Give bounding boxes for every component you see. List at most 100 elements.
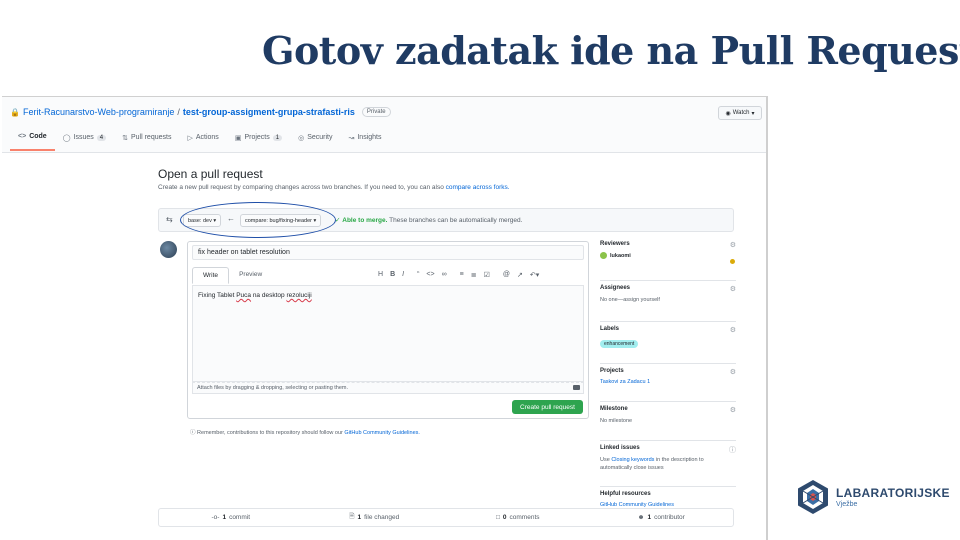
italic-icon[interactable]: I	[402, 271, 404, 279]
tab-label: Projects	[244, 134, 270, 141]
link-icon[interactable]: ∞	[442, 271, 447, 279]
mention-icon[interactable]: @	[503, 271, 510, 279]
comments-stat[interactable]: □ 0 comments	[446, 509, 590, 526]
compare-swap-icon[interactable]: ⇆	[166, 215, 173, 224]
body-word: rezoluciji	[286, 292, 312, 299]
bold-icon[interactable]: B	[390, 271, 395, 279]
markdown-toolbar: H B I “ <> ∞ ≡ ≣ ☑ @ ↗ ↶▾	[378, 271, 545, 279]
linked-issues-text: Use Closing keywords in the description …	[600, 456, 736, 472]
helpful-heading: Helpful resources	[600, 491, 651, 497]
pr-body-textarea[interactable]: Fixing Tablet Puca na desktop rezoluciji	[192, 285, 584, 382]
compare-forks-link[interactable]: compare across forks.	[446, 184, 510, 191]
project-link[interactable]: Taskovi za Zadacu 1	[600, 379, 736, 385]
private-badge: Private	[361, 107, 391, 117]
guidelines-link[interactable]: GitHub Community Guidelines.	[344, 430, 420, 436]
pr-sidebar: Reviewers ⚙ lukaomi Assignees ⚙ No one—a…	[600, 241, 736, 519]
tab-label: Insights	[357, 134, 382, 141]
people-icon: ☻	[637, 514, 645, 521]
lock-icon: 🔒	[10, 107, 20, 117]
code-icon: <>	[18, 133, 27, 140]
repo-name-link[interactable]: test-group-assigment-grupa-strafasti-ris	[183, 107, 355, 117]
pull-request-icon: ⇅	[122, 134, 128, 142]
tab-issues[interactable]: ◯ Issues 4	[55, 131, 114, 151]
commits-label: commit	[229, 514, 251, 521]
tab-code[interactable]: <> Code	[10, 131, 55, 151]
projects-section[interactable]: Projects ⚙ Taskovi za Zadacu 1	[600, 368, 736, 402]
comments-label: comments	[509, 514, 540, 521]
reviewers-section[interactable]: Reviewers ⚙ lukaomi	[600, 241, 736, 281]
projects-counter: 1	[272, 134, 283, 141]
tab-insights[interactable]: ↝ Insights	[340, 131, 389, 151]
tab-preview[interactable]: Preview	[229, 267, 272, 284]
unordered-list-icon[interactable]: ≡	[460, 271, 464, 279]
tab-actions[interactable]: ▷ Actions	[179, 131, 226, 151]
commits-count: 1	[222, 514, 227, 521]
lab-logo-icon	[798, 480, 828, 514]
linked-issues-section: Linked issues ⓘ Use Closing keywords in …	[600, 445, 736, 487]
comments-count: 0	[502, 514, 507, 521]
assignees-text[interactable]: No one—assign yourself	[600, 296, 736, 304]
guidelines-note: ⓘ Remember, contributions to this reposi…	[190, 428, 420, 436]
guidelines-text: Remember, contributions to this reposito…	[197, 430, 343, 436]
compare-stats: -o- 1 commit 🗎 1 file changed □ 0 commen…	[158, 508, 734, 527]
create-pull-request-button[interactable]: Create pull request	[512, 400, 583, 414]
files-stat[interactable]: 🗎 1 file changed	[303, 509, 447, 526]
repo-separator: /	[177, 107, 180, 117]
closing-keywords-link[interactable]: Closing keywords	[611, 457, 654, 463]
file-icon: 🗎	[349, 513, 355, 520]
markdown-icon	[573, 385, 580, 390]
gear-icon[interactable]: ⚙	[730, 326, 736, 334]
gear-icon[interactable]: ⚙	[730, 406, 736, 414]
logo-subtitle: Vježbe	[836, 501, 858, 508]
pr-editor: fix header on tablet resolution Write Pr…	[187, 241, 589, 419]
milestone-text: No milestone	[600, 418, 633, 424]
heading-icon[interactable]: H	[378, 271, 383, 279]
gear-icon[interactable]: ⚙	[730, 241, 736, 249]
merge-status-label: Able to merge.	[342, 217, 388, 224]
reply-icon[interactable]: ↶▾	[530, 271, 539, 279]
repo-title: 🔒 Ferit-Racunarstvo-Web-programiranje / …	[10, 107, 391, 117]
files-count: 1	[357, 514, 362, 521]
reviewer-name: lukaomi	[610, 252, 631, 259]
pending-review-icon	[730, 259, 735, 264]
ordered-list-icon[interactable]: ≣	[471, 271, 477, 279]
task-list-icon[interactable]: ☑	[484, 271, 490, 279]
pr-heading: Open a pull request	[158, 167, 263, 181]
linked-issues-heading: Linked issues	[600, 445, 640, 451]
assignees-heading: Assignees	[600, 285, 631, 291]
tab-security[interactable]: ◎ Security	[290, 131, 340, 151]
attach-hint: Attach files by dragging & dropping, sel…	[197, 385, 349, 391]
tab-label: Code	[29, 133, 47, 140]
gear-icon[interactable]: ⚙	[730, 368, 736, 376]
labels-section[interactable]: Labels ⚙ enhancement	[600, 326, 736, 364]
logo-title: LABARATORIJSKE	[836, 486, 950, 500]
repo-header: 🔒 Ferit-Racunarstvo-Web-programiranje / …	[2, 97, 766, 153]
tab-pull-requests[interactable]: ⇅ Pull requests	[114, 131, 179, 151]
watch-button[interactable]: ◉ Watch ▾	[718, 106, 762, 120]
commits-stat[interactable]: -o- 1 commit	[159, 509, 303, 526]
chevron-down-icon: ▾	[751, 110, 755, 117]
contributors-stat[interactable]: ☻ 1 contributor	[590, 509, 734, 526]
files-label: file changed	[364, 514, 400, 521]
attach-files-bar[interactable]: Attach files by dragging & dropping, sel…	[192, 382, 584, 394]
quote-icon[interactable]: “	[417, 271, 419, 279]
pr-title-input[interactable]: fix header on tablet resolution	[192, 245, 584, 260]
body-text: na desktop	[251, 292, 287, 299]
code-icon[interactable]: <>	[426, 271, 434, 279]
milestone-section[interactable]: Milestone ⚙ No milestone	[600, 406, 736, 441]
reviewer-avatar	[600, 252, 607, 259]
reviewers-heading: Reviewers	[600, 241, 630, 247]
repo-owner-link[interactable]: Ferit-Racunarstvo-Web-programiranje	[23, 107, 174, 117]
issues-counter: 4	[96, 134, 107, 141]
tab-write[interactable]: Write	[192, 267, 230, 284]
tab-projects[interactable]: ▣ Projects 1	[227, 131, 290, 151]
info-icon[interactable]: ⓘ	[729, 445, 736, 455]
tab-label: Pull requests	[130, 134, 172, 141]
play-icon: ▷	[187, 134, 193, 142]
merge-status: ✓ Able to merge. These branches can be a…	[335, 216, 522, 224]
assignees-section[interactable]: Assignees ⚙ No one—assign yourself	[600, 285, 736, 322]
pr-description-text: Create a new pull request by comparing c…	[158, 184, 444, 191]
project-icon: ▣	[234, 134, 242, 142]
reference-icon[interactable]: ↗	[517, 271, 523, 279]
gear-icon[interactable]: ⚙	[730, 285, 736, 293]
